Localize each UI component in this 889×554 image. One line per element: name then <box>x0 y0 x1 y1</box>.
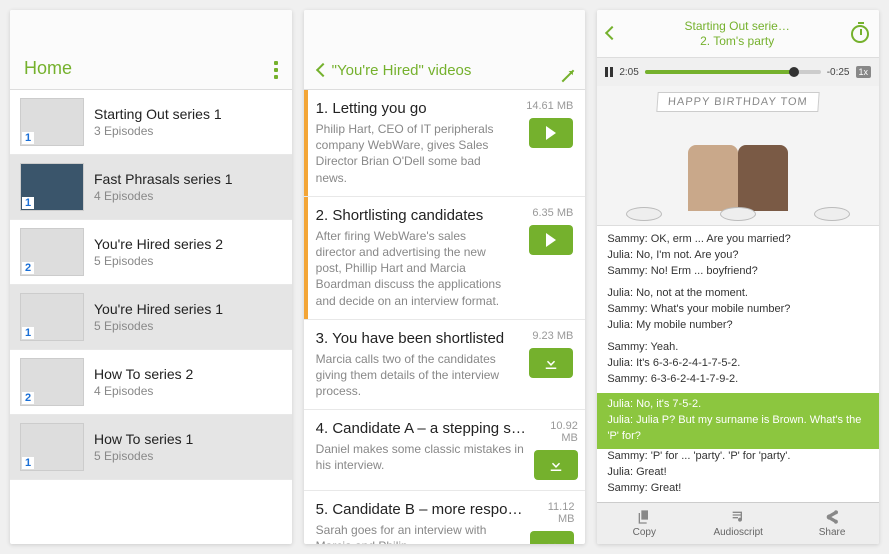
item-title: 1. Letting you go <box>316 100 508 117</box>
list-item[interactable]: 2 How To series 2 4 Episodes <box>10 350 292 415</box>
download-icon <box>543 537 561 544</box>
item-title: How To series 2 <box>94 366 282 382</box>
header: Starting Out serie… 2. Tom's party <box>597 10 879 58</box>
banner-text: HAPPY BIRTHDAY TOM <box>657 92 820 112</box>
list-item[interactable]: 1 You're Hired series 1 5 Episodes <box>10 285 292 350</box>
item-title: You're Hired series 1 <box>94 301 282 317</box>
seek-slider[interactable] <box>645 70 821 74</box>
audioscript-icon <box>730 509 746 525</box>
thumbnail: 2 <box>20 228 84 276</box>
item-size: 14.61 MB <box>526 100 573 112</box>
pause-button[interactable] <box>605 67 613 77</box>
menu-dots-icon[interactable] <box>274 61 278 79</box>
thumbnail: 1 <box>20 163 84 211</box>
downloaded-indicator <box>304 197 308 319</box>
share-icon <box>824 509 840 525</box>
header: "You're Hired" videos <box>304 10 586 90</box>
back-label: "You're Hired" videos <box>332 62 472 79</box>
item-size: 9.23 MB <box>532 330 573 342</box>
item-sub: 4 Episodes <box>94 384 282 398</box>
player-bar: 2:05 -0:25 1x <box>597 58 879 86</box>
screen-home: Home 1 Starting Out series 1 3 Episodes … <box>10 10 292 544</box>
item-sub: 5 Episodes <box>94 449 282 463</box>
transcript-block: Sammy: OK, erm ... Are you married? Juli… <box>607 232 869 280</box>
thumbnail: 1 <box>20 293 84 341</box>
item-sub: 5 Episodes <box>94 254 282 268</box>
timer-icon[interactable] <box>851 25 869 43</box>
screen-videos: "You're Hired" videos 1. Letting you go … <box>304 10 586 544</box>
item-desc: After firing WebWare's sales director an… <box>316 228 508 309</box>
download-button[interactable] <box>530 531 574 544</box>
tab-share[interactable]: Share <box>785 503 879 544</box>
download-icon <box>542 354 560 372</box>
item-size: 10.92 MB <box>534 420 578 444</box>
item-sub: 3 Episodes <box>94 124 282 138</box>
page-title: Home <box>24 58 72 79</box>
play-button[interactable] <box>529 225 573 255</box>
tab-copy[interactable]: Copy <box>597 503 691 544</box>
item-desc: Sarah goes for an interview with Marcia … <box>316 522 523 544</box>
speed-button[interactable]: 1x <box>856 66 872 78</box>
transcript-block: Sammy: 'P' for ... 'party'. 'P' for 'par… <box>607 449 869 497</box>
download-icon <box>547 456 565 474</box>
header: Home <box>10 10 292 90</box>
item-size: 11.12 MB <box>530 501 574 525</box>
item-desc: Daniel makes some classic mistakes in hi… <box>316 441 526 473</box>
item-title: 5. Candidate B – more respo… <box>316 501 523 518</box>
list-item[interactable]: 3. You have been shortlisted Marcia call… <box>304 320 586 411</box>
downloaded-indicator <box>304 90 308 196</box>
bottom-tabs: Copy Audioscript Share <box>597 502 879 544</box>
list-item[interactable]: 2. Shortlisting candidates After firing … <box>304 197 586 320</box>
item-desc: Marcia calls two of the candidates givin… <box>316 351 508 400</box>
list-item[interactable]: 1. Letting you go Philip Hart, CEO of IT… <box>304 90 586 197</box>
screen-player: Starting Out serie… 2. Tom's party 2:05 … <box>597 10 879 544</box>
video-list: 1. Letting you go Philip Hart, CEO of IT… <box>304 90 586 544</box>
back-button[interactable]: "You're Hired" videos <box>318 62 472 79</box>
item-sub: 4 Episodes <box>94 189 282 203</box>
play-button[interactable] <box>529 118 573 148</box>
play-icon <box>546 126 556 140</box>
list-item[interactable]: 1 Fast Phrasals series 1 4 Episodes <box>10 155 292 220</box>
copy-icon <box>636 509 652 525</box>
transcript-block: Sammy: Yeah. Julia: It's 6-3-6-2-4-1-7-5… <box>607 340 869 388</box>
back-button[interactable] <box>607 25 623 43</box>
series-list: 1 Starting Out series 1 3 Episodes 1 Fas… <box>10 90 292 544</box>
item-title: Fast Phrasals series 1 <box>94 171 282 187</box>
list-item[interactable]: 4. Candidate A – a stepping s… Daniel ma… <box>304 410 586 491</box>
download-button[interactable] <box>534 450 578 480</box>
transcript[interactable]: Sammy: OK, erm ... Are you married? Juli… <box>597 226 879 502</box>
list-item[interactable]: 1 How To series 1 5 Episodes <box>10 415 292 480</box>
item-title: Starting Out series 1 <box>94 106 282 122</box>
item-title: 4. Candidate A – a stepping s… <box>316 420 526 437</box>
video-still: HAPPY BIRTHDAY TOM <box>597 86 879 226</box>
item-sub: 5 Episodes <box>94 319 282 333</box>
thumbnail: 2 <box>20 358 84 406</box>
list-item[interactable]: 1 Starting Out series 1 3 Episodes <box>10 90 292 155</box>
episode-title: Starting Out serie… 2. Tom's party <box>629 19 845 48</box>
item-title: 2. Shortlisting candidates <box>316 207 508 224</box>
tab-audioscript[interactable]: Audioscript <box>691 503 785 544</box>
time-remain: -0:25 <box>827 67 850 78</box>
transcript-block: Julia: No, not at the moment. Sammy: Wha… <box>607 286 869 334</box>
item-desc: Philip Hart, CEO of IT peripherals compa… <box>316 121 508 186</box>
transcript-current: Julia: No, it's 7-5-2. Julia: Julia P? B… <box>597 393 879 449</box>
list-item[interactable]: 5. Candidate B – more respo… Sarah goes … <box>304 491 586 544</box>
item-size: 6.35 MB <box>532 207 573 219</box>
play-icon <box>546 233 556 247</box>
item-title: How To series 1 <box>94 431 282 447</box>
download-button[interactable] <box>529 348 573 378</box>
chevron-left-icon <box>607 25 617 42</box>
edit-icon[interactable] <box>552 60 575 83</box>
thumbnail: 1 <box>20 98 84 146</box>
item-title: You're Hired series 2 <box>94 236 282 252</box>
chevron-left-icon <box>318 62 328 79</box>
thumbnail: 1 <box>20 423 84 471</box>
list-item[interactable]: 2 You're Hired series 2 5 Episodes <box>10 220 292 285</box>
item-title: 3. You have been shortlisted <box>316 330 508 347</box>
time-elapsed: 2:05 <box>619 67 638 78</box>
